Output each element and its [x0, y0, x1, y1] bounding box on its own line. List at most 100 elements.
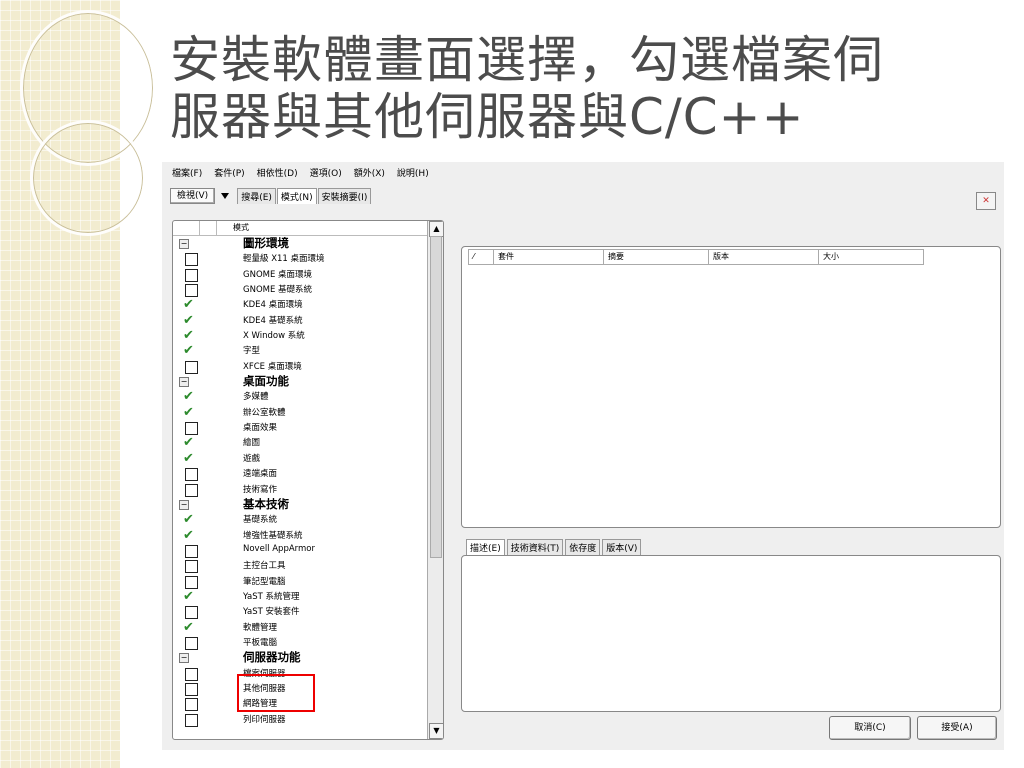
tab-technical-data[interactable]: 技術資料(T): [506, 539, 564, 555]
collapse-icon[interactable]: −: [179, 653, 189, 664]
package-col-size[interactable]: 大小: [819, 250, 923, 264]
check-icon[interactable]: ✔: [183, 451, 194, 466]
checkbox[interactable]: [185, 698, 198, 712]
pattern-row[interactable]: ✔ 基礎系統: [173, 512, 427, 527]
checkbox[interactable]: [185, 575, 198, 589]
scroll-thumb[interactable]: [430, 236, 442, 558]
pattern-row[interactable]: 平板電腦: [173, 635, 427, 650]
check-icon[interactable]: ✔: [183, 405, 194, 420]
check-icon[interactable]: ✔: [183, 297, 194, 312]
checkbox[interactable]: [185, 284, 198, 298]
pattern-row[interactable]: Novell AppArmor: [173, 543, 427, 558]
tab-patterns[interactable]: 模式(N): [276, 188, 317, 204]
pattern-row[interactable]: 桌面效果: [173, 420, 427, 436]
filter-tabs: 搜尋(E) 模式(N) 安裝摘要(I): [237, 188, 372, 204]
pattern-label: 基礎系統: [243, 515, 278, 526]
pattern-row[interactable]: ✔ 繪圖: [173, 435, 427, 450]
collapse-icon[interactable]: −: [179, 239, 189, 249]
checkbox[interactable]: [185, 713, 198, 727]
pattern-row[interactable]: 主控台工具: [173, 558, 427, 574]
pattern-row[interactable]: ✔ 軟體管理: [173, 620, 427, 635]
package-table-header: ⁄ 套件 摘要 版本 大小: [468, 249, 924, 265]
checkbox[interactable]: [185, 483, 198, 497]
check-icon[interactable]: ✔: [183, 589, 194, 604]
menu-options[interactable]: 選項(O): [310, 166, 342, 179]
tab-versions[interactable]: 版本(V): [602, 539, 642, 555]
chevron-down-icon[interactable]: [221, 193, 230, 199]
scroll-up-icon[interactable]: ▲: [429, 221, 443, 237]
list-header-pattern[interactable]: 模式: [217, 221, 443, 235]
menu-file[interactable]: 檔案(F): [172, 166, 202, 179]
pattern-row[interactable]: GNOME 基礎系統: [173, 282, 427, 298]
pattern-row[interactable]: YaST 安裝套件: [173, 604, 427, 620]
checkbox[interactable]: [185, 253, 198, 267]
scrollbar[interactable]: ▲ ▼: [427, 221, 443, 739]
menu-package[interactable]: 套件(P): [214, 166, 244, 179]
package-col-name[interactable]: 套件: [494, 250, 604, 264]
list-header-icon[interactable]: [200, 221, 217, 235]
view-button[interactable]: 檢視(V): [170, 188, 216, 204]
menu-help[interactable]: 說明(H): [397, 166, 429, 179]
pattern-list: 模式 − 圖形環境 輕量級 X11 桌面環境 GNOME 桌面環境 GNOME 基礎系統…: [172, 220, 444, 740]
collapse-icon[interactable]: −: [179, 499, 189, 510]
pattern-row[interactable]: 列印伺服器: [173, 712, 427, 727]
pattern-row[interactable]: 輕量級 X11 桌面環境: [173, 251, 427, 267]
check-icon[interactable]: ✔: [183, 313, 194, 328]
checkbox[interactable]: [185, 636, 198, 650]
check-icon[interactable]: ✔: [183, 620, 194, 635]
pattern-label: Novell AppArmor: [243, 543, 315, 554]
pattern-row[interactable]: ✔ KDE4 基礎系統: [173, 313, 427, 328]
checkbox[interactable]: [185, 606, 198, 620]
menu-dependencies[interactable]: 相依性(D): [257, 166, 298, 179]
pattern-row[interactable]: ✔ KDE4 桌面環境: [173, 297, 427, 312]
toolbar: 檢視(V) 搜尋(E) 模式(N) 安裝摘要(I): [170, 187, 372, 205]
slide-title-line1: 安裝軟體畫面選擇，勾選檔案伺: [170, 31, 884, 89]
pattern-row[interactable]: ✔ 遊戲: [173, 451, 427, 466]
tab-dependencies[interactable]: 依存度: [565, 539, 601, 555]
check-icon[interactable]: ✔: [183, 343, 194, 358]
pattern-row[interactable]: XFCE 桌面環境: [173, 359, 427, 374]
checkbox[interactable]: [185, 268, 198, 282]
checkbox[interactable]: [185, 468, 198, 482]
slide-title: 安裝軟體畫面選擇，勾選檔案伺 服器與其他伺服器與C/C++: [170, 32, 990, 146]
pattern-row[interactable]: ✔ 辦公室軟體: [173, 405, 427, 420]
check-icon[interactable]: ✔: [183, 328, 194, 343]
checkbox[interactable]: [185, 667, 198, 681]
pattern-row[interactable]: ✔ 字型: [173, 343, 427, 358]
checkbox[interactable]: [185, 682, 198, 696]
check-icon[interactable]: ✔: [183, 435, 194, 450]
accept-button[interactable]: 接受(A): [917, 716, 997, 740]
pattern-row[interactable]: ✔ 增強性基礎系統: [173, 528, 427, 543]
group-row[interactable]: − 圖形環境: [173, 236, 427, 251]
tab-install-summary[interactable]: 安裝摘要(I): [317, 188, 372, 204]
collapse-icon[interactable]: −: [179, 377, 189, 388]
check-icon[interactable]: ✔: [183, 512, 194, 527]
group-row[interactable]: − 桌面功能: [173, 374, 427, 389]
pattern-row[interactable]: ✔ 多媒體: [173, 389, 427, 404]
group-row[interactable]: − 伺服器功能: [173, 650, 427, 665]
package-col-summary[interactable]: 摘要: [604, 250, 709, 264]
check-icon[interactable]: ✔: [183, 528, 194, 543]
package-col-version[interactable]: 版本: [709, 250, 819, 264]
tab-description[interactable]: 描述(E): [466, 539, 505, 555]
checkbox[interactable]: [185, 360, 198, 374]
pattern-row[interactable]: 技術寫作: [173, 482, 427, 497]
pattern-row[interactable]: 遠端桌面: [173, 466, 427, 482]
pattern-row[interactable]: GNOME 桌面環境: [173, 267, 427, 282]
checkbox[interactable]: [185, 422, 198, 436]
group-row[interactable]: − 基本技術: [173, 497, 427, 512]
scroll-down-icon[interactable]: ▼: [429, 723, 443, 739]
check-icon[interactable]: ✔: [183, 389, 194, 404]
pattern-row[interactable]: ✔ X Window 系統: [173, 328, 427, 343]
package-col-status[interactable]: ⁄: [469, 250, 494, 264]
list-header-status[interactable]: [183, 221, 200, 235]
pattern-row[interactable]: 筆記型電腦: [173, 574, 427, 589]
close-icon[interactable]: ✕: [976, 192, 996, 210]
menu-extras[interactable]: 額外(X): [354, 166, 385, 179]
tab-search[interactable]: 搜尋(E): [237, 188, 276, 204]
checkbox[interactable]: [185, 544, 198, 558]
pattern-row[interactable]: ✔ YaST 系統管理: [173, 589, 427, 604]
checkbox[interactable]: [185, 560, 198, 574]
cancel-button[interactable]: 取消(C): [829, 716, 911, 740]
pattern-label: YaST 安裝套件: [243, 607, 300, 618]
